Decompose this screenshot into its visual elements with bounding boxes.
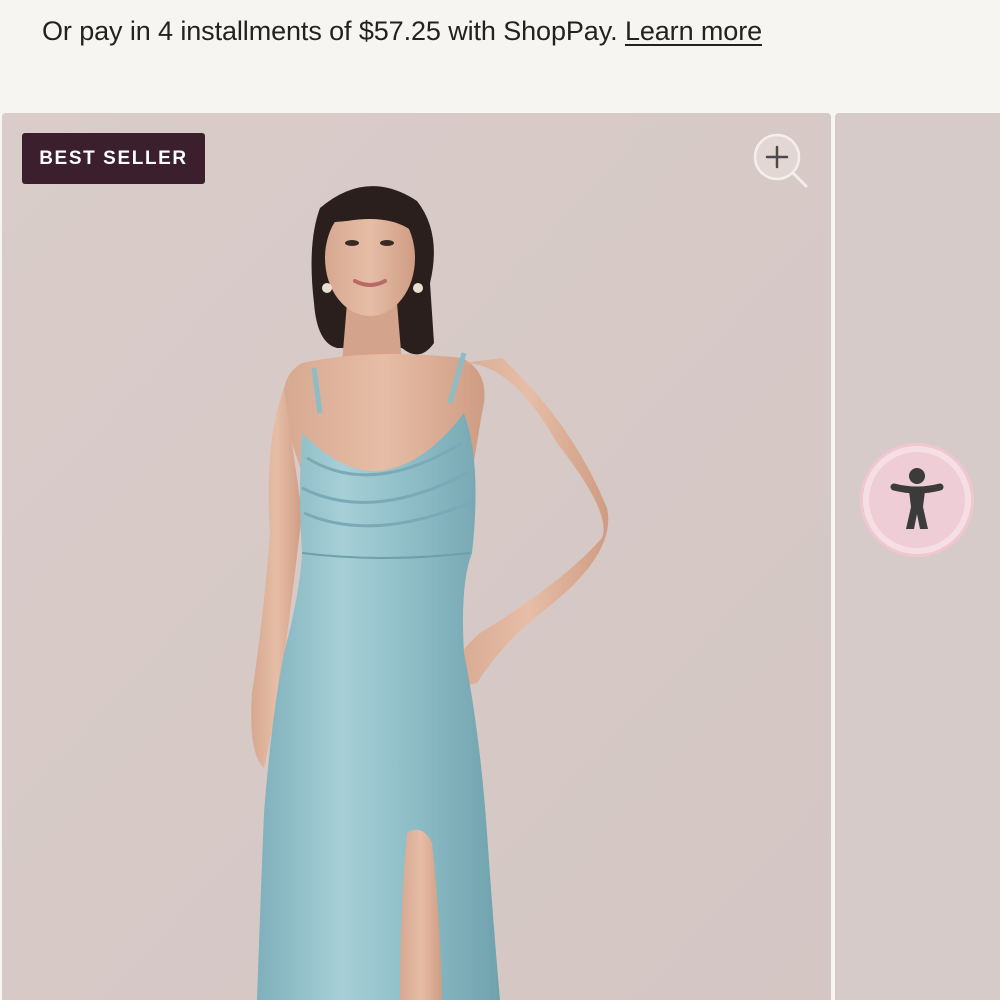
installment-banner: Or pay in 4 installments of $57.25 with … [0, 0, 1000, 113]
accessibility-button[interactable] [860, 443, 974, 557]
accessibility-person-icon [890, 468, 944, 529]
accessibility-button-inner [869, 452, 965, 548]
best-seller-badge: BEST SELLER [22, 133, 205, 184]
product-image-gallery[interactable]: BEST SELLER [0, 113, 1000, 1000]
learn-more-link[interactable]: Learn more [625, 16, 762, 46]
installment-text: Or pay in 4 installments of $57.25 with … [42, 16, 618, 46]
product-image-main[interactable]: BEST SELLER [2, 113, 831, 1000]
model-photo [2, 113, 831, 1000]
zoom-button[interactable] [750, 131, 812, 193]
zoom-in-icon [753, 133, 808, 188]
